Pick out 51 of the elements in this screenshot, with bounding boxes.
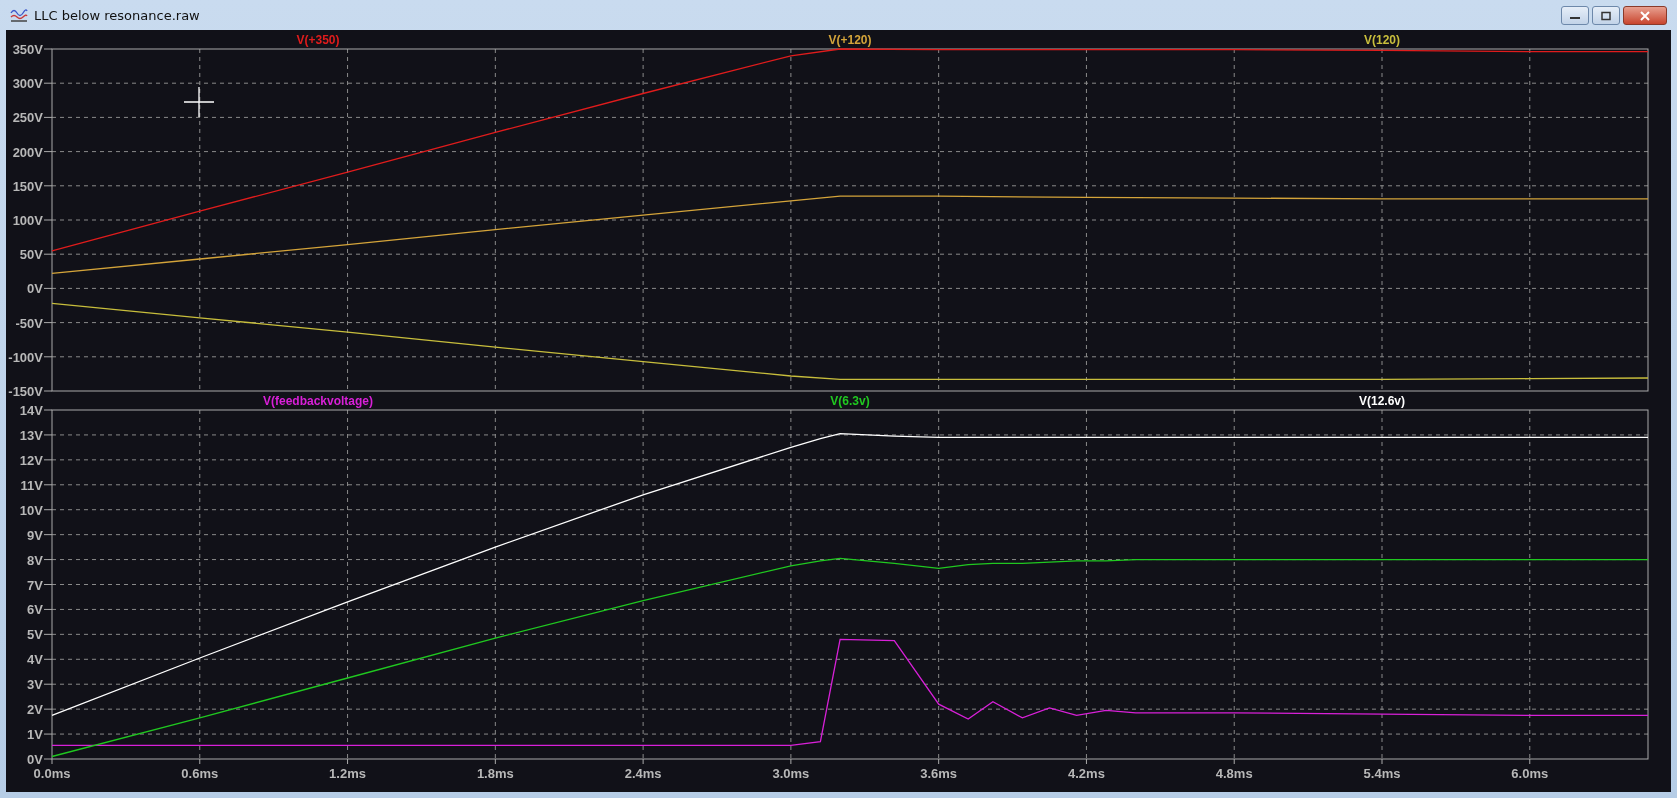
y-axis-label: 9V xyxy=(27,527,43,543)
y-axis-label: 10V xyxy=(19,502,43,518)
trace-label[interactable]: V(+350) xyxy=(296,33,340,47)
y-axis-label: 5V xyxy=(27,627,43,643)
y-axis-label: 6V xyxy=(27,602,43,618)
x-axis-label: 1.8ms xyxy=(476,766,514,781)
maximize-button[interactable] xyxy=(1592,6,1620,25)
x-axis-label: 6.0ms xyxy=(1511,766,1549,781)
y-axis-label: 14V xyxy=(19,403,43,418)
x-axis-label: 2.4ms xyxy=(624,766,662,781)
y-axis-label: 100V xyxy=(12,213,43,228)
y-axis-label: -150V xyxy=(8,384,43,399)
minimize-button[interactable] xyxy=(1561,6,1589,25)
x-axis-label: 4.8ms xyxy=(1215,766,1253,781)
y-axis-label: 13V xyxy=(19,427,43,443)
x-axis-label: 3.6ms xyxy=(920,766,958,781)
window-title: LLC below resonance.raw xyxy=(34,7,200,23)
y-axis-label: 3V xyxy=(27,677,43,693)
y-axis-label: 0V xyxy=(27,281,43,297)
x-axis-label: 5.4ms xyxy=(1363,766,1401,781)
y-axis-label: 7V xyxy=(27,577,43,593)
y-axis-label: 50V xyxy=(19,247,43,263)
y-axis-label: 4V xyxy=(27,652,43,668)
y-axis-label: 250V xyxy=(12,110,43,126)
trace-label[interactable]: V(6.3v) xyxy=(830,394,870,408)
close-icon xyxy=(1639,10,1651,21)
y-axis-label: 150V xyxy=(12,178,43,194)
y-axis-label: 12V xyxy=(19,452,43,468)
trace-label[interactable]: V(feedbackvoltage) xyxy=(263,394,373,408)
y-axis-label: 11V xyxy=(20,477,43,493)
y-axis-label: 300V xyxy=(12,76,43,92)
y-axis-label: 2V xyxy=(27,702,43,718)
x-axis-label: 0.6ms xyxy=(181,766,219,781)
x-axis-label: 1.2ms xyxy=(329,766,366,781)
y-axis-label: 1V xyxy=(27,727,43,743)
y-axis-label: 200V xyxy=(12,144,43,160)
x-axis-label: 0.0ms xyxy=(33,766,71,781)
crosshair-cursor xyxy=(183,86,215,118)
y-axis-label: 8V xyxy=(27,552,43,568)
trace-label[interactable]: V(+120) xyxy=(828,33,872,47)
x-axis-label: 4.2ms xyxy=(1068,766,1105,781)
waveform-icon xyxy=(10,7,28,23)
trace-label[interactable]: V(12.6v) xyxy=(1359,394,1405,408)
trace-label[interactable]: V(120) xyxy=(1364,33,1400,47)
close-button[interactable] xyxy=(1623,6,1667,25)
y-axis-label: -100V xyxy=(8,349,43,365)
y-axis-label: -50V xyxy=(15,315,43,331)
x-axis-label: 3.0ms xyxy=(772,766,810,781)
y-axis-label: 350V xyxy=(12,42,43,57)
y-axis-label: 0V xyxy=(27,752,43,767)
maximize-icon xyxy=(1600,10,1612,21)
